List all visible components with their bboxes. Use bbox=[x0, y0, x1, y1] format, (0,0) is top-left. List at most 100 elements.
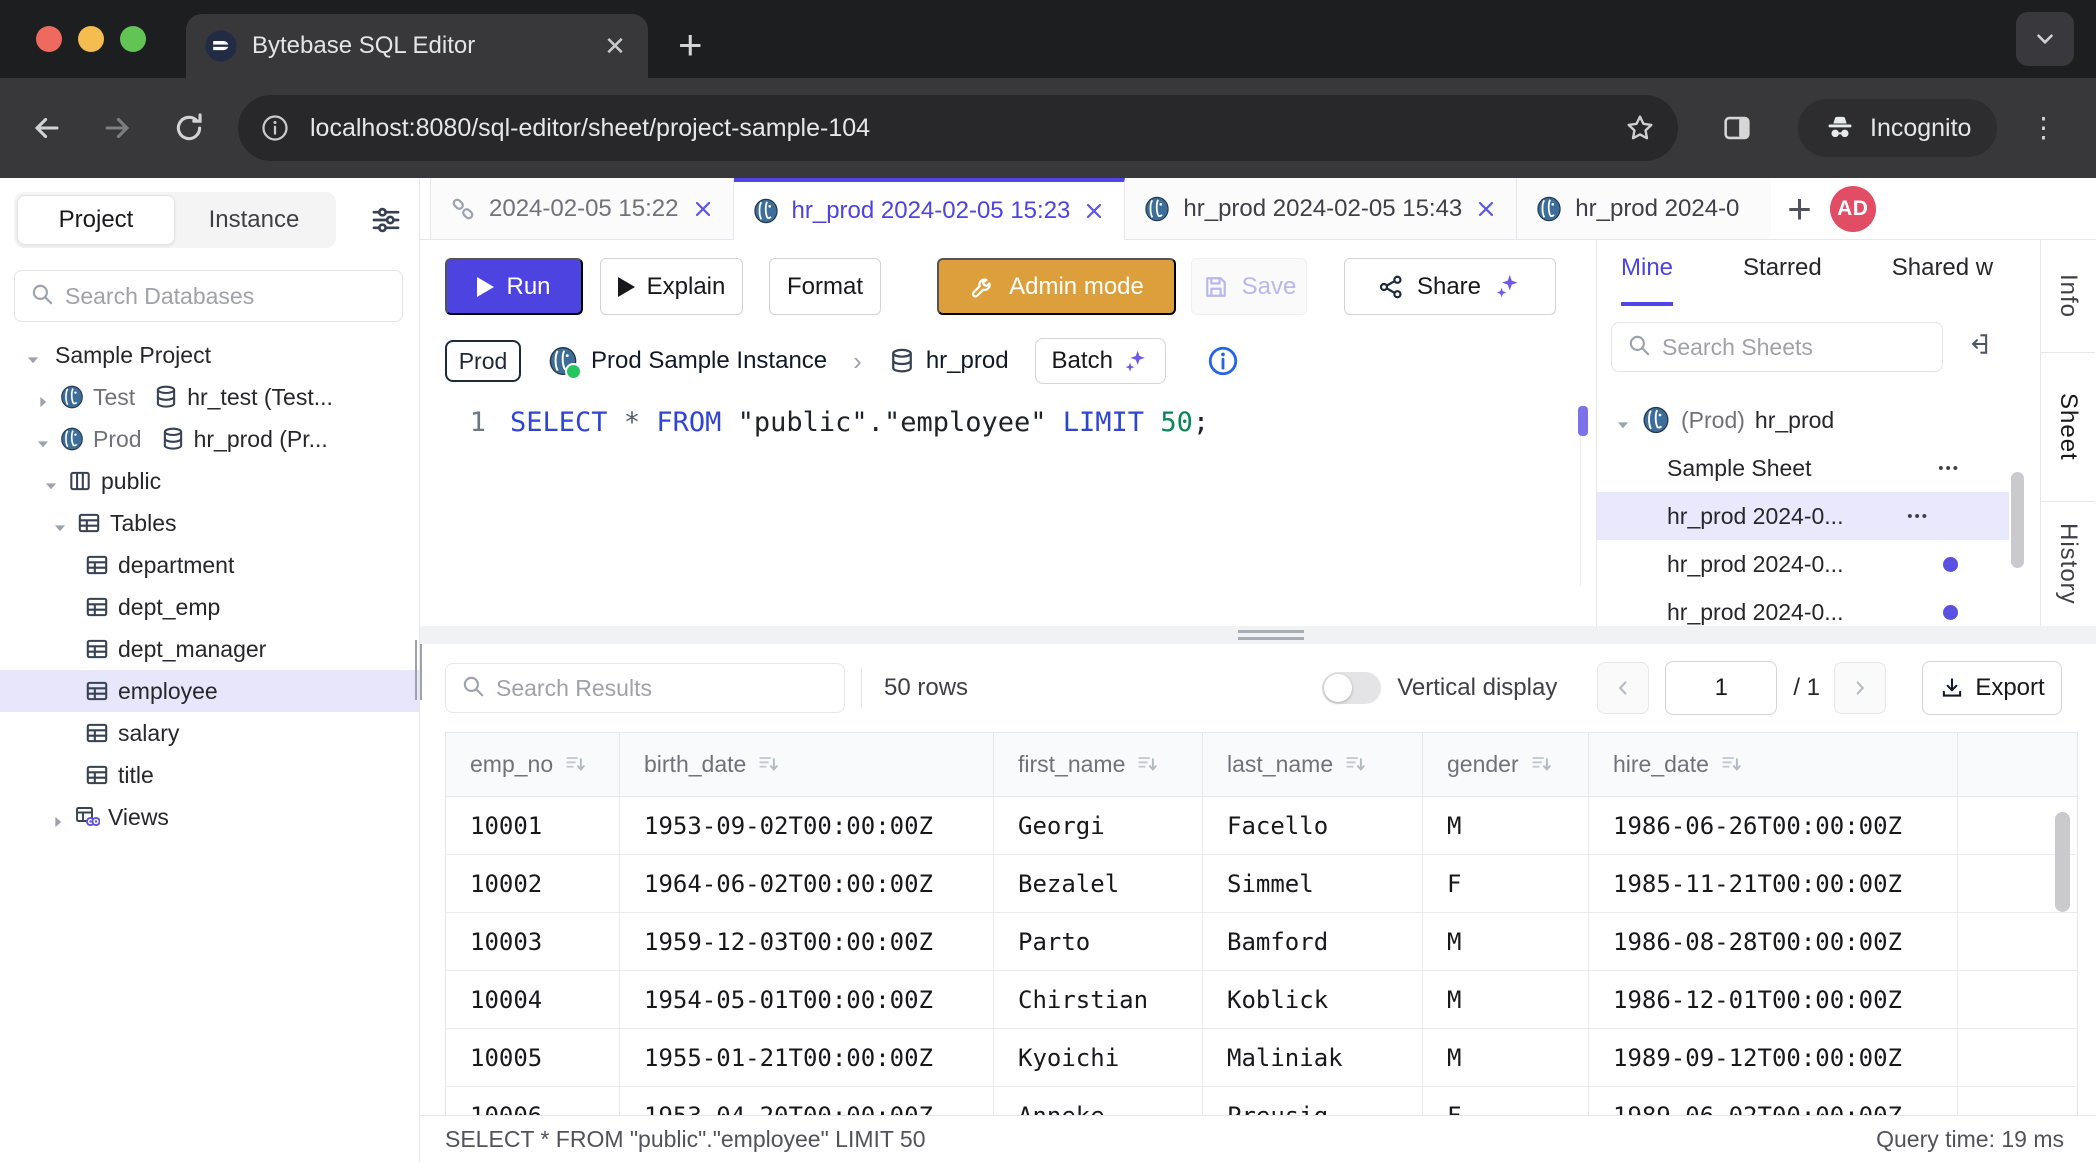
tab-history[interactable]: History bbox=[2041, 502, 2095, 626]
close-icon[interactable] bbox=[691, 197, 715, 221]
side-panel-icon[interactable] bbox=[1720, 111, 1754, 145]
sheet-list-scrollbar-thumb[interactable] bbox=[2011, 472, 2024, 568]
tree-tables-row[interactable]: Tables bbox=[0, 502, 419, 544]
tree-test-db-row[interactable]: Test hr_test (Test... bbox=[0, 376, 419, 418]
close-window-button[interactable] bbox=[36, 26, 62, 52]
results-search-input[interactable] bbox=[496, 675, 830, 702]
worksheet-tab-3[interactable]: hr_prod 2024-02-05 15:43 bbox=[1125, 178, 1517, 239]
search-icon bbox=[1626, 332, 1652, 363]
sort-icon[interactable] bbox=[756, 751, 782, 777]
sort-icon[interactable] bbox=[1135, 751, 1161, 777]
tree-schema-row[interactable]: public bbox=[0, 460, 419, 502]
divider-drag-handle[interactable] bbox=[1238, 630, 1304, 640]
sheet-item-3[interactable]: hr_prod 2024-0... bbox=[1597, 588, 2040, 626]
panel-divider[interactable] bbox=[420, 626, 2096, 644]
tab-mine[interactable]: Mine bbox=[1621, 254, 1673, 306]
database-name[interactable]: hr_prod bbox=[926, 347, 1009, 375]
batch-button[interactable]: Batch bbox=[1035, 338, 1166, 384]
tree-prod-db-row[interactable]: Prod hr_prod (Pr... bbox=[0, 418, 419, 460]
prev-page-button[interactable] bbox=[1597, 662, 1649, 714]
worksheet-tab-2-active[interactable]: hr_prod 2024-02-05 15:23 bbox=[734, 178, 1126, 240]
browser-menu-icon[interactable]: ⋮ bbox=[2029, 123, 2049, 133]
admin-mode-button[interactable]: Admin mode bbox=[937, 258, 1176, 315]
share-button[interactable]: Share bbox=[1344, 258, 1556, 315]
database-search[interactable] bbox=[14, 270, 403, 322]
worksheet-tab-1[interactable]: 2024-02-05 15:22 bbox=[430, 178, 734, 239]
sheet-panel: Mine Starred Shared w hr_prod 2024-0... bbox=[1596, 240, 2040, 626]
tab-info[interactable]: Info bbox=[2041, 240, 2095, 352]
close-icon[interactable] bbox=[1082, 199, 1106, 223]
import-sheet-icon[interactable] bbox=[1965, 331, 1997, 363]
results-search[interactable] bbox=[445, 663, 845, 713]
column-header-emp_no[interactable]: emp_no bbox=[446, 733, 620, 797]
forward-icon[interactable] bbox=[100, 111, 134, 145]
next-page-button[interactable] bbox=[1834, 662, 1886, 714]
back-icon[interactable] bbox=[30, 111, 64, 145]
vertical-display-toggle[interactable] bbox=[1322, 672, 1381, 704]
tree-table-dept_emp[interactable]: dept_emp bbox=[0, 586, 419, 628]
tab-sheet-active[interactable]: Sheet bbox=[2041, 352, 2095, 502]
sheet-search[interactable] bbox=[1611, 322, 1943, 372]
page-number-input[interactable] bbox=[1665, 661, 1777, 715]
export-button[interactable]: Export bbox=[1922, 661, 2062, 715]
sort-icon[interactable] bbox=[1719, 751, 1745, 777]
editor-scrollbar-thumb[interactable] bbox=[1578, 406, 1588, 436]
sheet-search-input[interactable] bbox=[1662, 334, 1928, 361]
main-area: 2024-02-05 15:22 hr_prod 2024-02-05 15:2… bbox=[420, 178, 2096, 1162]
address-bar[interactable]: localhost:8080/sql-editor/sheet/project-… bbox=[238, 95, 1678, 161]
sheet-menu-icon[interactable]: ••• bbox=[1938, 460, 1960, 477]
tree-table-dept_manager[interactable]: dept_manager bbox=[0, 628, 419, 670]
bookmark-star-icon[interactable] bbox=[1624, 112, 1656, 144]
tree-table-department[interactable]: department bbox=[0, 544, 419, 586]
tab-shared[interactable]: Shared w bbox=[1892, 254, 1993, 306]
explain-button[interactable]: Explain bbox=[600, 258, 743, 315]
browser-tab[interactable]: Bytebase SQL Editor ✕ bbox=[186, 14, 648, 78]
table-cell: F bbox=[1423, 855, 1589, 913]
zoom-window-button[interactable] bbox=[120, 26, 146, 52]
column-header-birth_date[interactable]: birth_date bbox=[620, 733, 994, 797]
worksheet-tab-4[interactable]: hr_prod 2024-0 bbox=[1517, 178, 1771, 239]
format-button[interactable]: Format bbox=[769, 258, 881, 315]
column-header-hire_date[interactable]: hire_date bbox=[1589, 733, 1958, 797]
tree-table-employee[interactable]: employee bbox=[0, 670, 419, 712]
tab-instance[interactable]: Instance bbox=[175, 195, 333, 245]
sheet-item-1[interactable]: hr_prod 2024-0...••• bbox=[1597, 492, 2009, 540]
sql-editor[interactable]: 1 SELECT * FROM "public"."employee" LIMI… bbox=[420, 405, 1596, 441]
filter-settings-icon[interactable] bbox=[369, 203, 403, 237]
new-tab-button[interactable]: + bbox=[678, 24, 703, 66]
info-icon[interactable] bbox=[1206, 344, 1240, 378]
new-worksheet-button[interactable]: + bbox=[1787, 189, 1812, 229]
close-icon[interactable] bbox=[1474, 197, 1498, 221]
tab-search-button[interactable] bbox=[2016, 12, 2074, 66]
column-header-gender[interactable]: gender bbox=[1423, 733, 1589, 797]
close-tab-icon[interactable]: ✕ bbox=[600, 31, 630, 62]
tree-views-row[interactable]: Views bbox=[0, 796, 419, 838]
site-info-icon[interactable] bbox=[260, 113, 290, 143]
sheet-menu-icon[interactable]: ••• bbox=[1907, 508, 1929, 525]
sheet-item-0[interactable]: Sample Sheet••• bbox=[1597, 444, 2040, 492]
worksheet-tab-label: hr_prod 2024-02-05 15:23 bbox=[792, 197, 1071, 225]
tab-starred[interactable]: Starred bbox=[1743, 254, 1822, 306]
sheet-item-2[interactable]: hr_prod 2024-0... bbox=[1597, 540, 2040, 588]
save-button[interactable]: Save bbox=[1191, 258, 1307, 315]
run-button[interactable]: Run bbox=[445, 258, 583, 315]
chevron-right-icon bbox=[1849, 677, 1871, 699]
instance-name[interactable]: Prod Sample Instance bbox=[591, 347, 827, 375]
table-cell: Georgi bbox=[994, 797, 1203, 855]
reload-icon[interactable] bbox=[172, 111, 206, 145]
column-header-last_name[interactable]: last_name bbox=[1203, 733, 1423, 797]
sort-icon[interactable] bbox=[1529, 751, 1555, 777]
table-scrollbar-thumb[interactable] bbox=[2055, 812, 2070, 912]
minimize-window-button[interactable] bbox=[78, 26, 104, 52]
tree-table-title[interactable]: title bbox=[0, 754, 419, 796]
tree-project-row[interactable]: Sample Project bbox=[0, 334, 419, 376]
tab-project[interactable]: Project bbox=[17, 195, 175, 245]
database-search-input[interactable] bbox=[65, 283, 388, 310]
table-row-2: 100031959-12-03T00:00:00ZPartoBamfordM19… bbox=[446, 913, 2078, 971]
user-avatar[interactable]: AD bbox=[1830, 186, 1876, 232]
tree-table-salary[interactable]: salary bbox=[0, 712, 419, 754]
sheet-group-row[interactable]: (Prod) hr_prod bbox=[1597, 396, 2040, 444]
sort-icon[interactable] bbox=[563, 751, 589, 777]
column-header-first_name[interactable]: first_name bbox=[994, 733, 1203, 797]
sort-icon[interactable] bbox=[1343, 751, 1369, 777]
